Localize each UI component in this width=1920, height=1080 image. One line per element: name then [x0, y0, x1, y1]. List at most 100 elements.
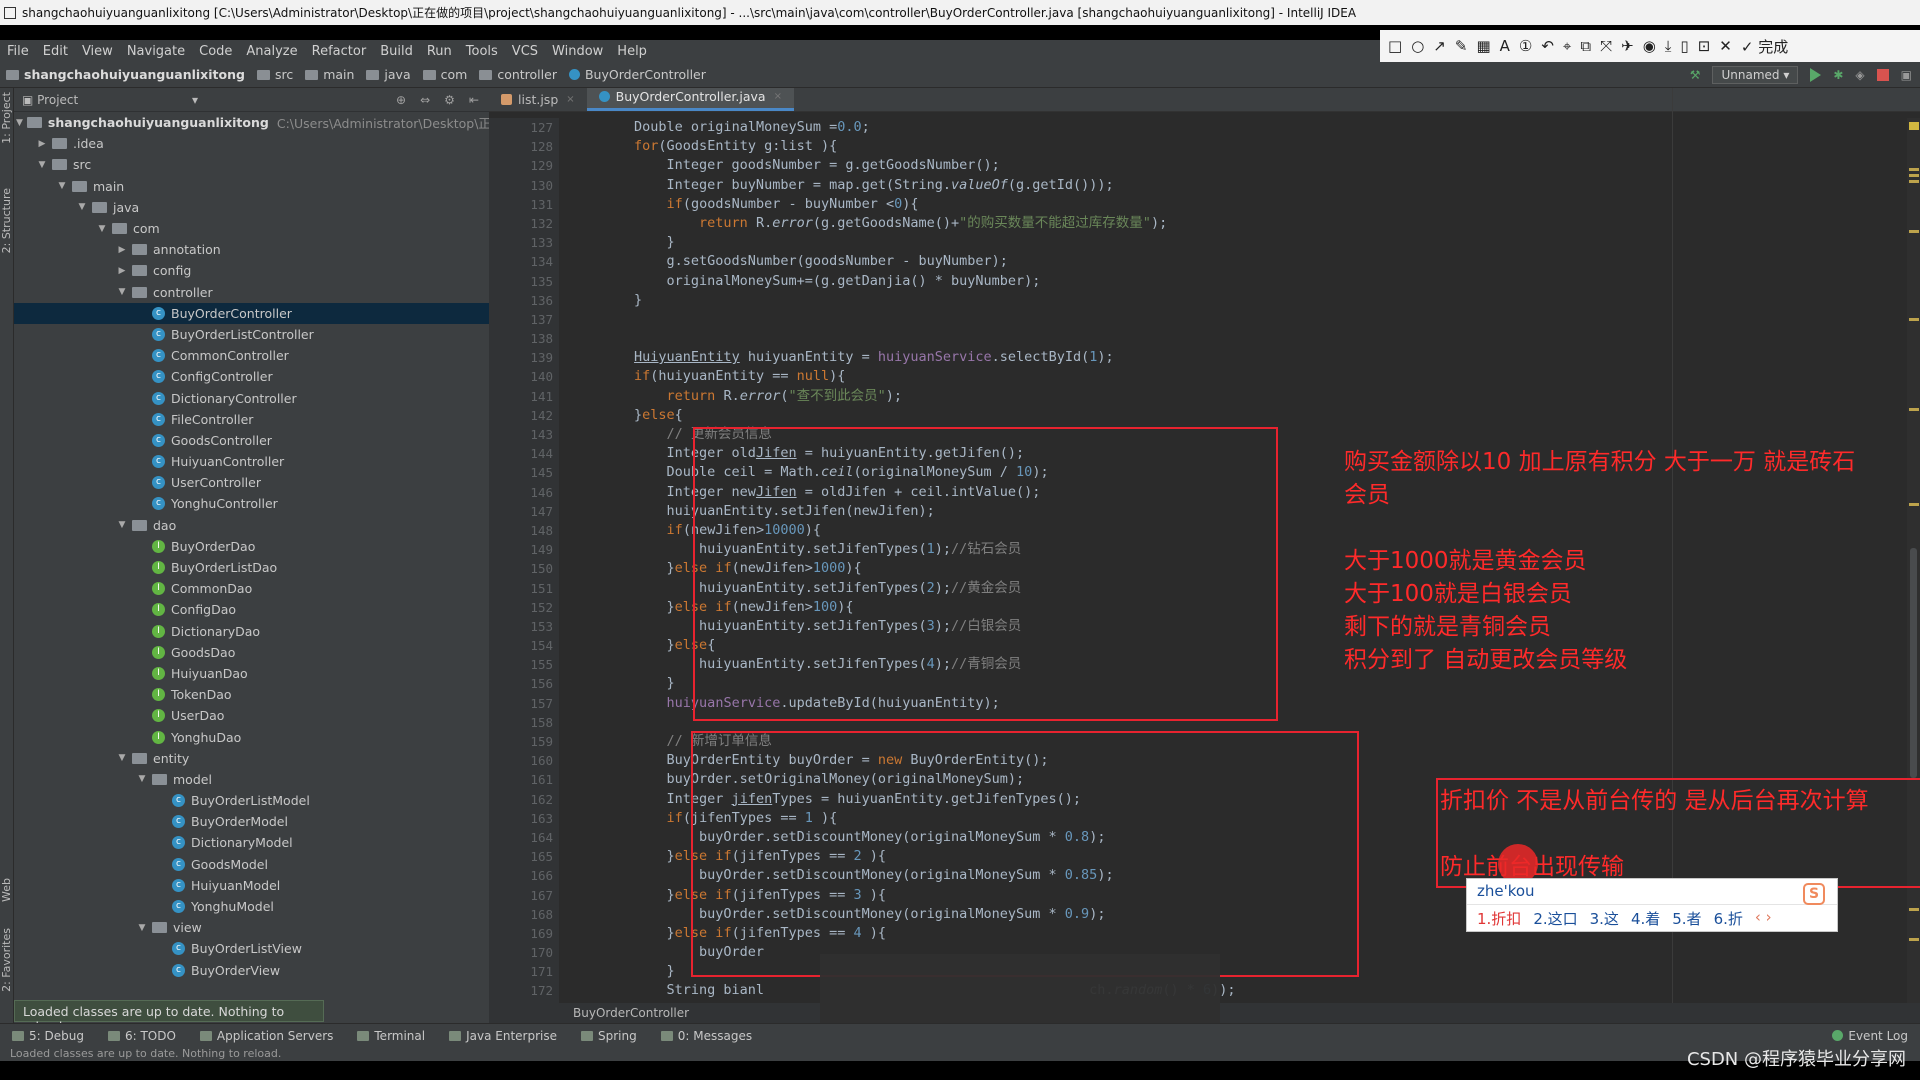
tree-file-item[interactable]: c BuyOrderListView	[14, 938, 489, 959]
code-line[interactable]: Integer buyNumber = map.get(String.value…	[569, 176, 1909, 195]
undo-icon[interactable]: ↶	[1541, 37, 1554, 55]
tree-file-item[interactable]: c GoodsController	[14, 430, 489, 451]
tree-file-item[interactable]: I BuyOrderListDao	[14, 557, 489, 578]
code-line[interactable]: g.setGoodsNumber(goodsNumber - buyNumber…	[569, 252, 1909, 271]
tool-window-button[interactable]: Terminal	[345, 1029, 437, 1043]
tree-file-item[interactable]: I TokenDao	[14, 684, 489, 705]
pin-icon[interactable]: ⌖	[1563, 37, 1571, 55]
scrollbar-thumb[interactable]	[1910, 548, 1917, 778]
bookmark-icon[interactable]: ⊡	[1698, 37, 1711, 55]
tree-file-item[interactable]: I YonghuDao	[14, 726, 489, 747]
tool-window-button[interactable]: 0: Messages	[649, 1029, 764, 1043]
tree-folder-item[interactable]: ▼ com	[14, 218, 489, 239]
tool-window-button[interactable]: Application Servers	[188, 1029, 345, 1043]
tree-file-item[interactable]: I HuiyuanDao	[14, 663, 489, 684]
editor-tab[interactable]: BuyOrderController.java ×	[586, 88, 794, 111]
expand-arrow-icon[interactable]: ▼	[116, 287, 128, 297]
tree-file-item[interactable]: c BuyOrderView	[14, 960, 489, 981]
tree-file-item[interactable]: c HuiyuanModel	[14, 875, 489, 896]
save-icon[interactable]: ▯	[1680, 37, 1688, 55]
expand-arrow-icon[interactable]: ▼	[36, 160, 48, 170]
expand-arrow-icon[interactable]: ▼	[136, 774, 148, 784]
tree-folder-item[interactable]: ▶ annotation	[14, 239, 489, 260]
download-icon[interactable]: ⤓	[1665, 37, 1672, 55]
tree-folder-item[interactable]: ▼ dao	[14, 515, 489, 536]
expand-arrow-icon[interactable]: ▼	[96, 224, 108, 234]
tree-file-item[interactable]: I DictionaryDao	[14, 621, 489, 642]
tree-file-item[interactable]: c BuyOrderModel	[14, 811, 489, 832]
breadcrumb-item[interactable]: main	[299, 67, 360, 82]
tree-file-item[interactable]: c CommonController	[14, 345, 489, 366]
project-view-selector[interactable]: ▣ Project ▾	[22, 93, 198, 107]
expand-arrow-icon[interactable]: ▼	[116, 753, 128, 763]
menu-item-code[interactable]: Code	[192, 44, 239, 59]
debug-icon[interactable]: ✱	[1833, 68, 1843, 82]
menu-item-build[interactable]: Build	[373, 44, 420, 59]
menu-item-help[interactable]: Help	[610, 44, 654, 59]
translate-icon[interactable]: ⧉	[1580, 37, 1591, 55]
menu-item-navigate[interactable]: Navigate	[120, 44, 192, 59]
tree-folder-item[interactable]: ▶ config	[14, 260, 489, 281]
tree-folder-item[interactable]: ▶ .idea	[14, 133, 489, 154]
collapse-all-icon[interactable]: ⇔	[420, 93, 430, 107]
tree-file-item[interactable]: c BuyOrderListController	[14, 324, 489, 345]
breadcrumb-item[interactable]: shangchaohuiyuanguanlixitong	[0, 67, 251, 82]
menu-item-view[interactable]: View	[75, 44, 120, 59]
tree-file-item[interactable]: c DictionaryController	[14, 387, 489, 408]
tool-window-button[interactable]: Spring	[569, 1029, 649, 1043]
project-side-tab[interactable]: 1: Project	[0, 92, 13, 144]
code-line[interactable]: return R.error("查不到此会员");	[569, 387, 1909, 406]
code-line[interactable]: originalMoneySum+=(g.getDanjia() * buyNu…	[569, 272, 1909, 291]
code-line[interactable]: if(goodsNumber - buyNumber <0){	[569, 195, 1909, 214]
ime-candidate[interactable]: 3.这	[1590, 908, 1619, 929]
expand-arrow-icon[interactable]: ▼	[76, 202, 88, 212]
menu-item-vcs[interactable]: VCS	[505, 44, 545, 59]
code-line[interactable]	[569, 329, 1909, 348]
tree-file-item[interactable]: c GoodsModel	[14, 854, 489, 875]
tree-folder-item[interactable]: ▼ src	[14, 154, 489, 175]
expand-arrow-icon[interactable]: ▼	[116, 520, 128, 530]
code-line[interactable]: Double originalMoneySum =0.0;	[569, 118, 1909, 137]
breadcrumb-item[interactable]: com	[417, 67, 474, 82]
tree-file-item[interactable]: c YonghuModel	[14, 896, 489, 917]
breadcrumb-item[interactable]: src	[251, 67, 299, 82]
tree-file-item[interactable]: I CommonDao	[14, 578, 489, 599]
editor-tab[interactable]: list.jsp ×	[489, 88, 587, 111]
hide-panel-icon[interactable]: ⇤	[469, 93, 479, 107]
breadcrumb-item[interactable]: BuyOrderController	[563, 67, 712, 82]
ime-candidate[interactable]: 2.这口	[1533, 908, 1577, 929]
tree-file-item[interactable]: c BuyOrderListModel	[14, 790, 489, 811]
collapse-arrow-icon[interactable]: ▶	[36, 139, 48, 149]
ocr-icon[interactable]: ⤧	[1600, 37, 1612, 55]
code-line[interactable]	[569, 310, 1909, 329]
tool-window-button[interactable]: 6: TODO	[96, 1029, 188, 1043]
tree-file-item[interactable]: I ConfigDao	[14, 599, 489, 620]
tree-folder-item[interactable]: ▼ view	[14, 917, 489, 938]
tree-folder-item[interactable]: ▼ model	[14, 769, 489, 790]
code-line[interactable]: }	[569, 291, 1909, 310]
close-tab-icon[interactable]: ×	[774, 91, 782, 102]
menu-item-analyze[interactable]: Analyze	[239, 44, 304, 59]
ime-page-arrows-icon[interactable]: ‹ ›	[1755, 908, 1772, 929]
ime-candidate[interactable]: 4.着	[1631, 908, 1660, 929]
tool-window-button[interactable]: Java Enterprise	[437, 1029, 569, 1043]
pen-tool-icon[interactable]: ✎	[1455, 37, 1468, 55]
code-line[interactable]: }	[569, 233, 1909, 252]
event-log-button[interactable]: Event Log	[1820, 1029, 1920, 1043]
tree-folder-item[interactable]: ▼ controller	[14, 282, 489, 303]
tree-file-item[interactable]: I GoodsDao	[14, 642, 489, 663]
pin-tool-icon[interactable]: ✈	[1621, 37, 1634, 55]
text-tool-icon[interactable]: A	[1500, 37, 1510, 55]
collapse-arrow-icon[interactable]: ▶	[116, 266, 128, 276]
close-tab-icon[interactable]: ×	[566, 94, 574, 105]
tree-folder-item[interactable]: ▼ java	[14, 197, 489, 218]
code-line[interactable]: Integer goodsNumber = g.getGoodsNumber()…	[569, 156, 1909, 175]
expand-arrow-icon[interactable]: ▼	[136, 923, 148, 933]
breadcrumb-item[interactable]: controller	[473, 67, 563, 82]
menu-item-file[interactable]: File	[0, 44, 36, 59]
rectangle-tool-icon[interactable]: □	[1388, 37, 1402, 55]
tree-file-item[interactable]: c BuyOrderController	[14, 302, 489, 324]
tree-file-item[interactable]: c DictionaryModel	[14, 832, 489, 853]
expand-arrow-icon[interactable]: ▼	[56, 181, 68, 191]
settings-gear-icon[interactable]: ⚙	[444, 93, 455, 107]
